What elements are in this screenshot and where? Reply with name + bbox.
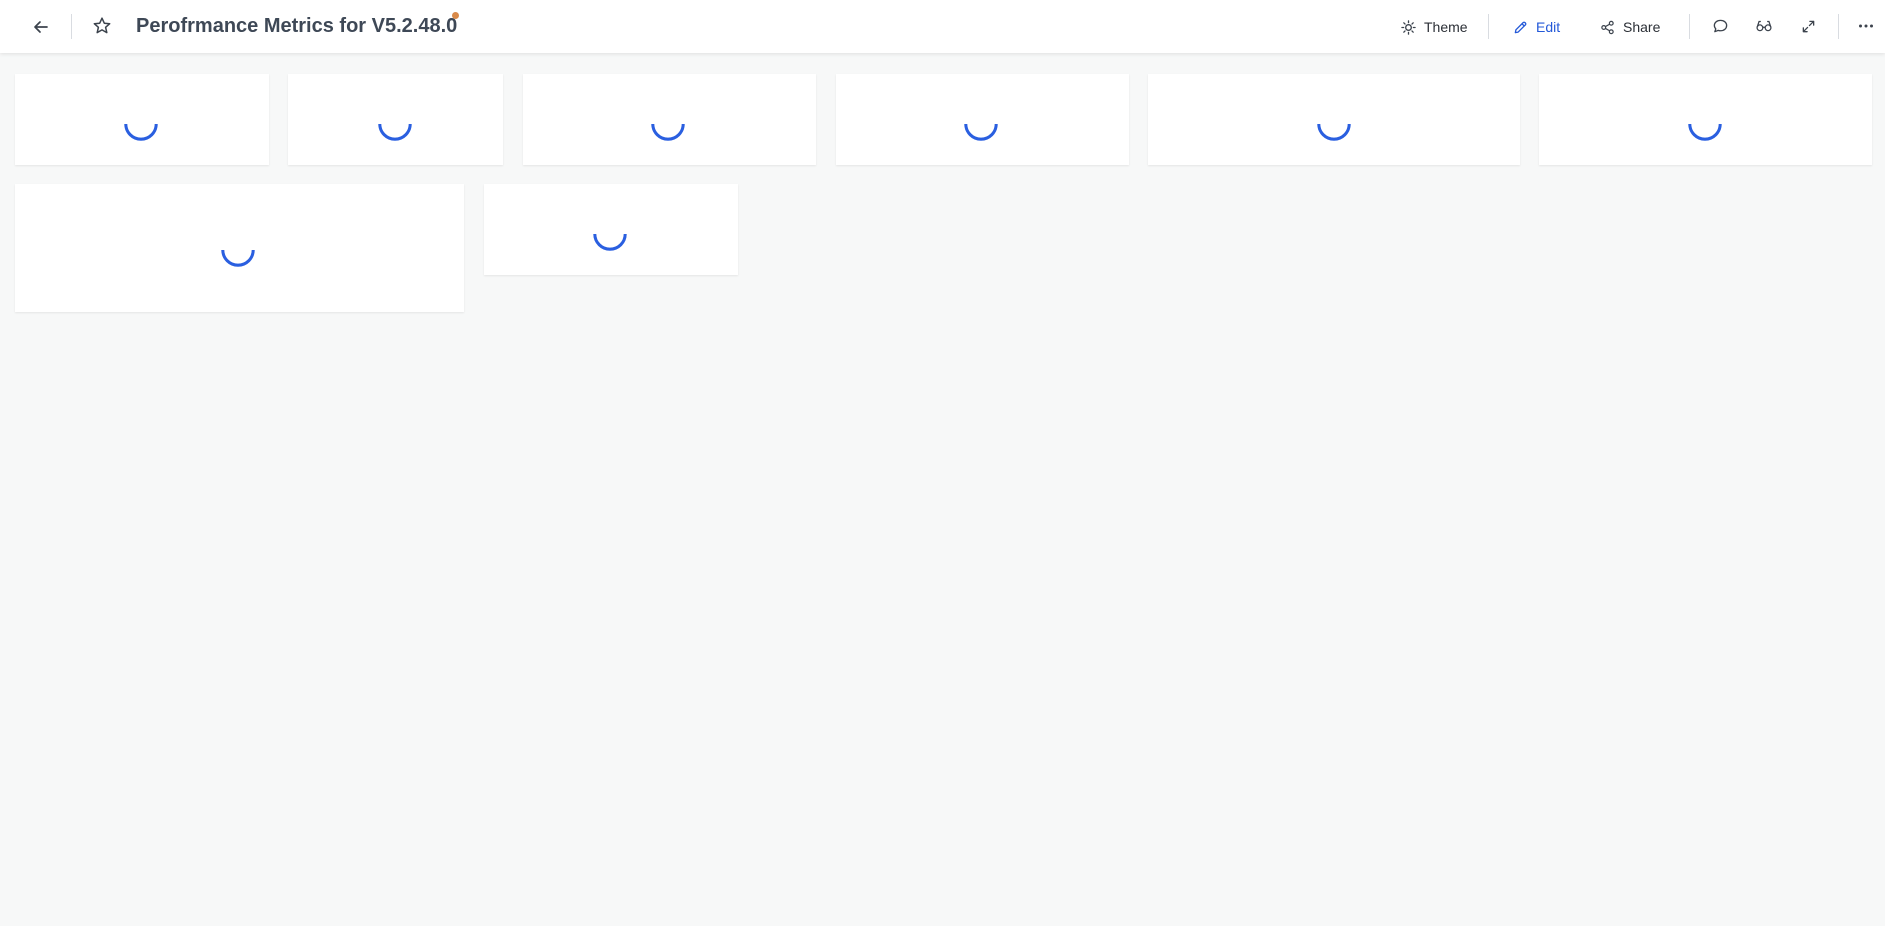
expand-arrows-icon	[1802, 20, 1814, 32]
glasses-icon	[1756, 20, 1772, 32]
fullscreen-button[interactable]	[1794, 12, 1822, 40]
loading-spinner-icon	[651, 123, 685, 141]
loading-spinner-icon	[1317, 123, 1351, 141]
header-divider	[1838, 14, 1839, 39]
edit-button-label: Edit	[1536, 19, 1561, 35]
dashboard-tile[interactable]	[836, 74, 1129, 165]
sun-icon	[1401, 19, 1416, 35]
star-outline-icon	[93, 17, 111, 34]
pencil-icon	[1514, 21, 1527, 33]
comments-button[interactable]	[1706, 12, 1734, 40]
dashboard-tile[interactable]	[288, 74, 503, 165]
favorite-button[interactable]	[88, 12, 116, 40]
dashboard-tile[interactable]	[523, 74, 816, 165]
dashboard-header: Perofrmance Metrics for V5.2.48.0 Theme …	[0, 0, 1885, 53]
dashboard-tile[interactable]	[1539, 74, 1872, 165]
unsaved-changes-indicator	[452, 12, 459, 19]
share-button[interactable]: Share	[1600, 13, 1660, 41]
loading-spinner-icon	[593, 233, 627, 251]
header-divider	[1488, 14, 1489, 39]
ellipsis-icon	[1859, 24, 1873, 28]
dashboard-tile[interactable]	[1148, 74, 1520, 165]
loading-spinner-icon	[964, 123, 998, 141]
loading-spinner-icon	[1688, 123, 1722, 141]
dashboard-tile[interactable]	[484, 184, 738, 275]
theme-button[interactable]: Theme	[1401, 13, 1468, 41]
edit-button[interactable]: Edit	[1513, 13, 1560, 41]
header-divider	[71, 14, 72, 39]
header-divider	[1689, 14, 1690, 39]
speech-bubble-icon	[1713, 19, 1727, 32]
dashboard-tile[interactable]	[15, 184, 464, 312]
dashboard-tile[interactable]	[15, 74, 269, 165]
loading-spinner-icon	[221, 249, 255, 267]
dashboard-title: Perofrmance Metrics for V5.2.48.0	[136, 15, 458, 37]
theme-button-label: Theme	[1424, 19, 1468, 35]
loading-spinner-icon	[124, 123, 158, 141]
share-nodes-icon	[1601, 20, 1614, 34]
share-button-label: Share	[1623, 19, 1661, 35]
viewers-button[interactable]	[1750, 12, 1778, 40]
back-button[interactable]	[27, 13, 55, 41]
arrow-left-icon	[34, 21, 48, 33]
loading-spinner-icon	[378, 123, 412, 141]
more-options-button[interactable]	[1852, 12, 1880, 40]
